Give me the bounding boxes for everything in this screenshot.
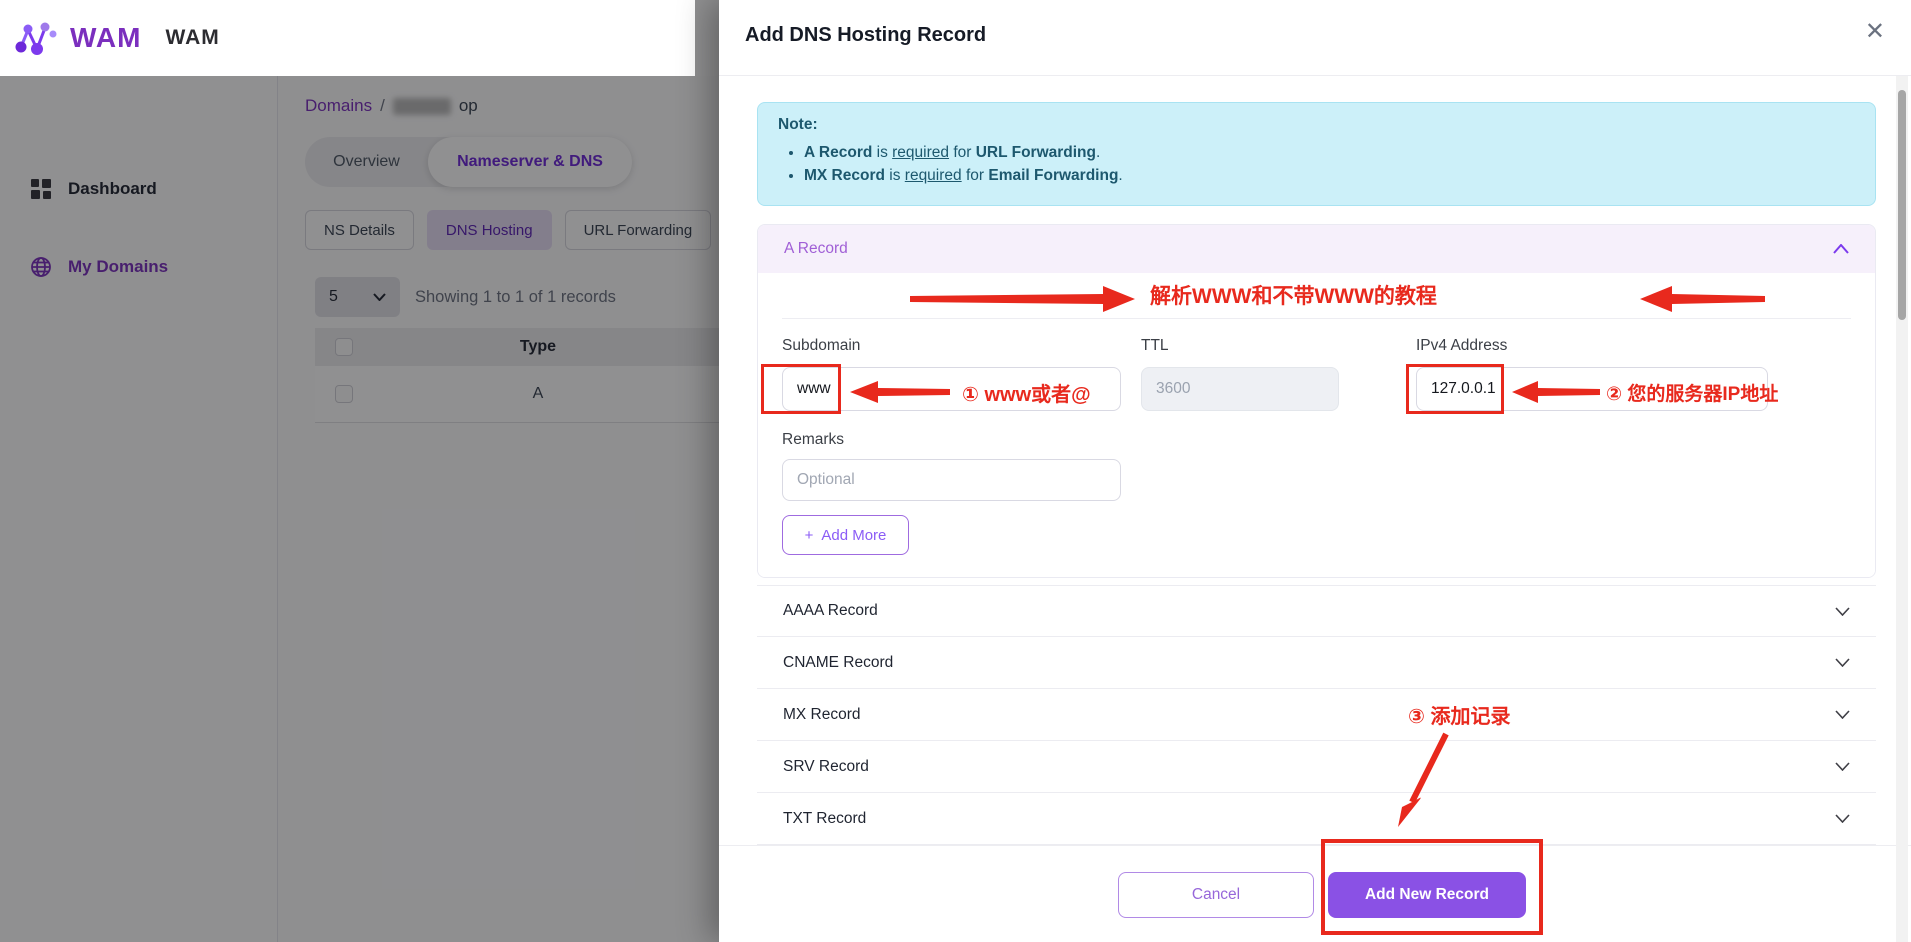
add-more-label: Add More xyxy=(821,527,886,544)
logo-wordmark: WAM xyxy=(70,22,141,54)
screen: Dashboard My Domains ‹ Domains / op Over… xyxy=(0,0,1911,942)
ipv4-input[interactable] xyxy=(1416,367,1768,411)
chevron-down-icon xyxy=(1835,814,1850,823)
subdomain-label: Subdomain xyxy=(782,337,860,355)
chevron-up-icon xyxy=(1833,244,1849,254)
note-title: Note: xyxy=(778,116,1855,134)
a-record-accordion-header[interactable]: A Record xyxy=(758,225,1875,273)
chevron-down-icon xyxy=(1835,607,1850,616)
note-item: A Record is required for URL Forwarding. xyxy=(804,141,1855,164)
remarks-label: Remarks xyxy=(782,431,844,449)
close-icon[interactable]: ✕ xyxy=(1865,20,1885,44)
subdomain-input[interactable] xyxy=(782,367,1121,411)
add-more-button[interactable]: + Add More xyxy=(782,515,909,555)
a-record-title: A Record xyxy=(784,240,848,258)
modal-scrollbar[interactable] xyxy=(1896,76,1908,942)
ipv4-label: IPv4 Address xyxy=(1416,337,1507,355)
accordion-srv-record[interactable]: SRV Record xyxy=(757,741,1876,793)
note-item: MX Record is required for Email Forwardi… xyxy=(804,164,1855,187)
a-record-body: Subdomain TTL IPv4 Address Remarks + Add… xyxy=(758,273,1875,578)
modal-header-divider xyxy=(719,75,1911,76)
modal-footer-divider xyxy=(719,845,1911,846)
note-callout: Note: A Record is required for URL Forwa… xyxy=(757,102,1876,206)
accordion-mx-record[interactable]: MX Record xyxy=(757,689,1876,741)
app-header: WAM WAM xyxy=(0,0,695,76)
wam-logo-icon xyxy=(14,17,60,59)
accordion-txt-record[interactable]: TXT Record xyxy=(757,793,1876,845)
brand-logo[interactable]: WAM xyxy=(14,17,141,59)
accordion-cname-record[interactable]: CNAME Record xyxy=(757,637,1876,689)
a-record-section: A Record Subdomain TTL IPv4 Address Rema… xyxy=(757,224,1876,578)
chevron-down-icon xyxy=(1835,658,1850,667)
ttl-input[interactable] xyxy=(1141,367,1339,411)
remarks-input[interactable] xyxy=(782,459,1121,501)
chevron-down-icon xyxy=(1835,710,1850,719)
modal-title: Add DNS Hosting Record xyxy=(745,24,986,47)
scrollbar-thumb[interactable] xyxy=(1898,90,1906,320)
app-name: WAM xyxy=(165,26,219,50)
add-new-record-button[interactable]: Add New Record xyxy=(1328,872,1526,918)
plus-icon: + xyxy=(805,527,814,544)
chevron-down-icon xyxy=(1835,762,1850,771)
add-dns-record-modal: Add DNS Hosting Record ✕ Note: A Record … xyxy=(719,0,1911,942)
cancel-button[interactable]: Cancel xyxy=(1118,872,1314,918)
ttl-label: TTL xyxy=(1141,337,1169,355)
section-divider xyxy=(782,318,1851,319)
accordion-aaaa-record[interactable]: AAAA Record xyxy=(757,585,1876,637)
